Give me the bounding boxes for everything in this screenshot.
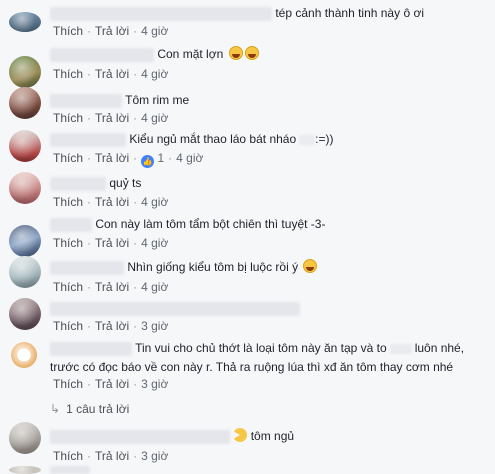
separator: · — [87, 319, 92, 333]
comment-text: Con này làm tôm tẩm bột chiên thì tuyệt … — [95, 217, 326, 231]
commenter-name[interactable] — [50, 429, 230, 444]
commenter-name[interactable] — [50, 466, 90, 474]
timestamp[interactable]: 4 giờ — [176, 151, 203, 165]
separator: · — [168, 151, 173, 165]
comment-text-end: :=)) — [315, 132, 334, 146]
timestamp[interactable]: 4 giờ — [141, 67, 168, 81]
avatar[interactable] — [9, 298, 41, 330]
separator: · — [87, 111, 92, 125]
like-link[interactable]: Thích — [53, 24, 83, 38]
avatar[interactable] — [9, 56, 41, 88]
comment-text: Tôm rim me — [125, 93, 190, 107]
reply-arrow-icon: ↳ — [50, 402, 61, 416]
like-link[interactable]: Thích — [53, 111, 83, 125]
separator: · — [87, 24, 92, 38]
avatar[interactable] — [9, 256, 41, 288]
commenter-name[interactable] — [50, 132, 126, 147]
avatar[interactable] — [9, 225, 41, 257]
avatar[interactable] — [9, 422, 41, 454]
like-link[interactable]: Thích — [53, 236, 83, 250]
timestamp[interactable]: 4 giờ — [141, 280, 168, 294]
laughing-emoji-icon — [228, 46, 243, 60]
separator: · — [133, 195, 138, 209]
separator: · — [87, 67, 92, 81]
reply-link[interactable]: Trả lời — [95, 377, 129, 391]
reply-link[interactable]: Trả lời — [95, 236, 129, 250]
commenter-name[interactable] — [50, 47, 154, 62]
like-link[interactable]: Thích — [53, 195, 83, 209]
comment-text: Kiểu ngủ mắt thao láo bát nháo — [129, 132, 297, 146]
pacman-emoji-icon — [230, 425, 250, 445]
like-count[interactable]: 1 — [157, 151, 164, 165]
reply-link[interactable]: Trả lời — [95, 151, 129, 165]
reply-link[interactable]: Trả lời — [95, 24, 129, 38]
reply-link[interactable]: Trả lời — [95, 449, 129, 463]
commenter-name[interactable] — [50, 217, 92, 232]
avatar[interactable] — [9, 340, 39, 370]
timestamp[interactable]: 4 giờ — [141, 111, 168, 125]
commenter-name[interactable] — [50, 260, 124, 275]
comment-text: Nhìn giống kiểu tôm bị luộc rồi ý — [127, 260, 299, 274]
separator: · — [133, 151, 138, 165]
commenter-name[interactable] — [50, 6, 272, 21]
reply-link[interactable]: Trả lời — [95, 111, 129, 125]
redacted-text — [389, 343, 412, 354]
timestamp[interactable]: 4 giờ — [141, 24, 168, 38]
reply-link[interactable]: Trả lời — [95, 280, 129, 294]
comment-text: quỷ ts — [109, 176, 142, 190]
reply-link[interactable]: Trả lời — [95, 67, 129, 81]
separator: · — [133, 111, 138, 125]
avatar[interactable] — [9, 172, 41, 204]
comment-text: tép cảnh thành tinh này ô ơi — [275, 6, 424, 20]
commenter-name[interactable] — [50, 301, 300, 316]
commenter-name[interactable] — [50, 341, 132, 356]
separator: · — [87, 280, 92, 294]
like-link[interactable]: Thích — [53, 377, 83, 391]
like-link[interactable]: Thích — [53, 280, 83, 294]
thumbs-up-icon[interactable]: 👍 — [141, 155, 155, 168]
separator: · — [87, 195, 92, 209]
replies-count[interactable]: 1 câu trả lời — [66, 402, 129, 416]
comment-text: tôm ngủ — [250, 429, 295, 443]
avatar[interactable] — [9, 130, 41, 162]
comment-text-line2: trước có đọc báo về con này r. Thả ra ru… — [50, 360, 454, 374]
timestamp[interactable]: 3 giờ — [141, 377, 168, 391]
comment-text-line1-end: luôn nhé, — [414, 341, 465, 355]
like-link[interactable]: Thích — [53, 449, 83, 463]
timestamp[interactable]: 4 giờ — [141, 195, 168, 209]
laughing-emoji-icon — [244, 46, 259, 60]
separator: · — [87, 377, 92, 391]
separator: · — [133, 236, 138, 250]
like-link[interactable]: Thích — [53, 319, 83, 333]
redacted-text — [299, 134, 316, 145]
commenter-name[interactable] — [50, 176, 106, 191]
separator: · — [133, 24, 138, 38]
timestamp[interactable]: 4 giờ — [141, 236, 168, 250]
comment-text: Con mặt lợn — [157, 47, 224, 61]
separator: · — [133, 449, 138, 463]
avatar[interactable] — [9, 87, 41, 119]
separator: · — [133, 319, 138, 333]
separator: · — [133, 67, 138, 81]
separator: · — [133, 377, 138, 391]
laughing-emoji-icon — [303, 259, 318, 273]
view-replies-link[interactable]: ↳ 1 câu trả lời — [50, 402, 129, 416]
like-link[interactable]: Thích — [53, 67, 83, 81]
timestamp[interactable]: 3 giờ — [141, 319, 168, 333]
like-link[interactable]: Thích — [53, 151, 83, 165]
separator: · — [87, 449, 92, 463]
separator: · — [133, 280, 138, 294]
separator: · — [87, 151, 92, 165]
timestamp[interactable]: 3 giờ — [141, 449, 168, 463]
reply-link[interactable]: Trả lời — [95, 319, 129, 333]
comment-text-line1: Tin vui cho chủ thớt là loại tôm này ăn … — [135, 341, 387, 355]
reply-link[interactable]: Trả lời — [95, 195, 129, 209]
avatar[interactable] — [9, 466, 41, 474]
separator: · — [87, 236, 92, 250]
avatar[interactable] — [9, 12, 41, 32]
commenter-name[interactable] — [50, 93, 122, 108]
